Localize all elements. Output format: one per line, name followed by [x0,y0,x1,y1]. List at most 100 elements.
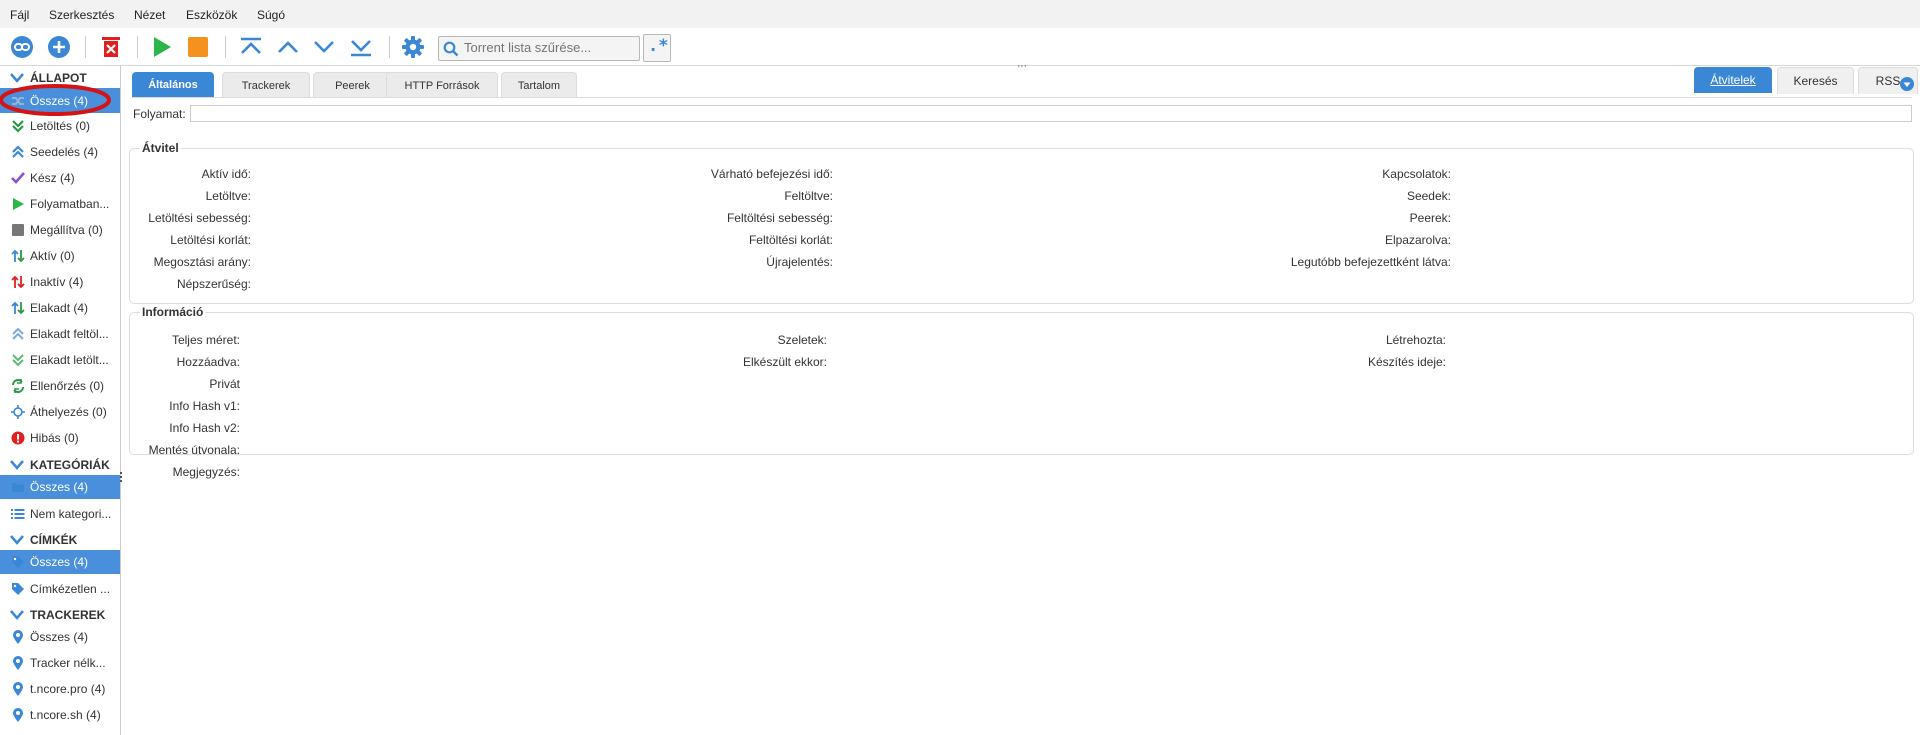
share-ratio-label: Megosztási arány: [153,255,251,269]
menu-edit[interactable]: Szerkesztés [49,8,114,22]
status-moving[interactable]: Áthelyezés (0) [0,400,120,424]
menu-tools[interactable]: Eszközök [186,8,237,22]
tracker-ncore-pro[interactable]: t.ncore.pro (4) [0,677,120,701]
sidebar-item-label: Megállítva (0) [30,223,103,237]
category-uncategorized[interactable]: Nem kategori... [0,502,120,526]
connections-label: Kapcsolatok: [1382,167,1451,181]
status-downloading[interactable]: Letöltés (0) [0,114,120,138]
status-stalled-uploading[interactable]: Elakadt feltöl... [0,322,120,346]
uploaded-label: Feltöltve: [784,189,833,203]
tab-general[interactable]: Általános [132,72,214,97]
downloaded-label: Letöltve: [205,189,251,203]
move-bottom-button[interactable] [347,33,375,61]
download-limit-label: Letöltési korlát: [170,233,251,247]
tag-icon [11,555,25,569]
toolbar-separator [225,36,226,58]
sidebar-item-label: Inaktív (4) [30,275,84,289]
status-running[interactable]: Folyamatban... [0,192,120,216]
private-label: Privát [209,377,240,391]
status-stalled-downloading[interactable]: Elakadt letölt... [0,348,120,372]
download-speed-label: Letöltési sebesség: [148,211,251,225]
sidebar-item-label: Hibás (0) [30,431,79,445]
menu-view[interactable]: Nézet [134,8,165,22]
torrent-filter-input[interactable] [464,39,634,56]
status-checking[interactable]: Ellenőrzés (0) [0,374,120,398]
delete-button[interactable] [97,33,125,61]
tab-trackers[interactable]: Trackerek [222,72,310,98]
sidebar-item-label: Összes (4) [30,630,89,644]
status-seeding[interactable]: Seedelés (4) [0,140,120,164]
tracker-all[interactable]: Összes (4) [0,625,120,649]
total-size-label: Teljes méret: [171,333,240,347]
trackers-section-header[interactable]: TRACKEREK [0,605,120,625]
regex-toggle-button[interactable]: .* [643,34,671,62]
panel-menu-button[interactable] [1900,77,1914,94]
status-stalled[interactable]: Elakadt (4) [0,296,120,320]
tab-peers[interactable]: Peerek [313,72,392,98]
tracker-trackerless[interactable]: Tracker nélk... [0,651,120,675]
category-all[interactable]: Összes (4) [0,475,120,499]
transfer-stalled-icon [11,301,25,315]
tab-transfers[interactable]: Átvitelek [1694,67,1772,93]
wasted-label: Elpazarolva: [1384,233,1451,247]
status-active[interactable]: Aktív (0) [0,244,120,268]
status-inactive[interactable]: Inaktív (4) [0,270,120,294]
sidebar-item-label: Összes (4) [30,480,89,494]
transfer-inactive-icon [11,275,25,289]
sidebar-item-label: Folyamatban... [30,197,110,211]
list-icon [11,507,25,521]
stop-button[interactable] [184,33,212,61]
transfer-section: Átvitel Aktív idő: Letöltve: Letöltési s… [129,141,1914,304]
sidebar-item-label: Elakadt letölt... [30,353,109,367]
info-section: Információ Teljes méret: Hozzáadva: Priv… [129,305,1914,479]
add-link-button[interactable] [8,33,36,61]
seeds-label: Seedek: [1406,189,1451,203]
tab-content[interactable]: Tartalom [501,72,577,98]
sidebar-item-label: Összes (4) [30,555,89,569]
tags-section-header[interactable]: CÍMKÉK [0,530,120,550]
options-button[interactable] [399,33,427,61]
stalled-upload-icon [11,327,25,341]
play-icon [11,197,25,211]
start-button[interactable] [148,33,176,61]
torrent-filter-box [438,36,640,61]
comment-label: Megjegyzés: [172,465,240,479]
sidebar-item-label: Aktív (0) [30,249,75,263]
sidebar-resize-handle[interactable] [120,472,124,482]
sidebar-item-label: t.ncore.pro (4) [30,682,106,696]
tag-all[interactable]: Összes (4) [0,550,120,574]
upload-chevron-icon [11,145,25,159]
status-stopped[interactable]: Megállítva (0) [0,218,120,242]
status-completed[interactable]: Kész (4) [0,166,120,190]
sidebar-item-label: Nem kategori... [30,507,112,521]
tab-search[interactable]: Keresés [1777,67,1854,94]
move-up-button[interactable] [274,33,302,61]
status-errored[interactable]: Hibás (0) [0,426,120,450]
location-pin-icon [11,708,25,722]
stop-icon [11,223,25,237]
move-down-button[interactable] [310,33,338,61]
tab-http-sources[interactable]: HTTP Források [386,72,498,98]
menu-file[interactable]: Fájl [10,8,29,22]
sidebar-item-label: Letöltés (0) [30,119,91,133]
tag-untagged[interactable]: Címkézetlen ... [0,577,120,601]
chevron-down-circle-icon [1900,77,1914,91]
menu-help[interactable]: Súgó [257,8,285,22]
add-torrent-button[interactable] [45,33,73,61]
transfer-active-icon [11,249,25,263]
transfer-section-title: Átvitel [140,141,181,155]
created-by-label: Létrehozta: [1385,333,1446,347]
link-icon [11,36,33,58]
sidebar-item-label: Elakadt (4) [30,301,89,315]
sidebar-item-label: Ellenőrzés (0) [30,379,105,393]
move-top-button[interactable] [237,33,265,61]
tracker-ncore-sh[interactable]: t.ncore.sh (4) [0,703,120,727]
progress-label: Folyamat: [133,107,186,121]
sidebar: ÁLLAPOT Összes (4) Letöltés (0) Seedelés… [0,66,121,735]
sidebar-item-label: Seedelés (4) [30,145,99,159]
panel-resize-handle[interactable]: ⋯ [1017,62,1027,72]
categories-section-header[interactable]: KATEGÓRIÁK [0,455,120,475]
tab-bar-divider [132,97,1912,98]
info-section-title: Információ [140,305,206,319]
section-title: TRACKEREK [30,608,106,622]
